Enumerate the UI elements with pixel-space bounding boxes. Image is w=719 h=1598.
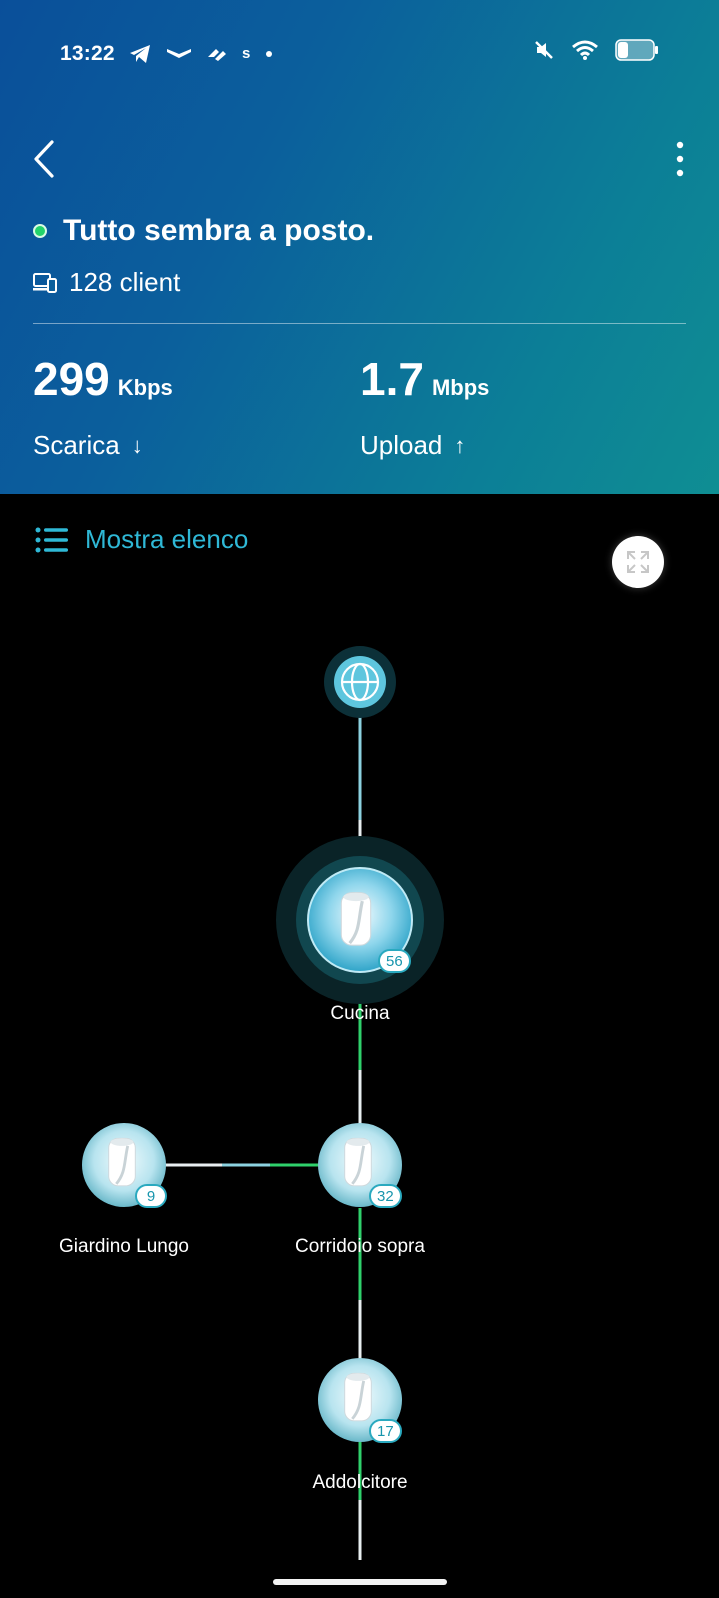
addolcitore-client-badge: 17 xyxy=(369,1419,402,1443)
network-topology xyxy=(82,646,444,1560)
corridoio-client-badge: 32 xyxy=(369,1184,402,1208)
internet-node[interactable] xyxy=(324,646,396,718)
node-cucina[interactable] xyxy=(276,836,444,1004)
cucina-client-badge: 56 xyxy=(378,949,411,973)
cucina-label: Cucina xyxy=(330,1003,390,1024)
giardino-label: Giardino Lungo xyxy=(59,1236,189,1257)
addolcitore-label: Addolcitore xyxy=(312,1472,408,1493)
home-indicator[interactable] xyxy=(273,1579,447,1585)
corridoio-label: Corridoio sopra xyxy=(295,1236,425,1257)
giardino-client-badge: 9 xyxy=(135,1184,167,1208)
